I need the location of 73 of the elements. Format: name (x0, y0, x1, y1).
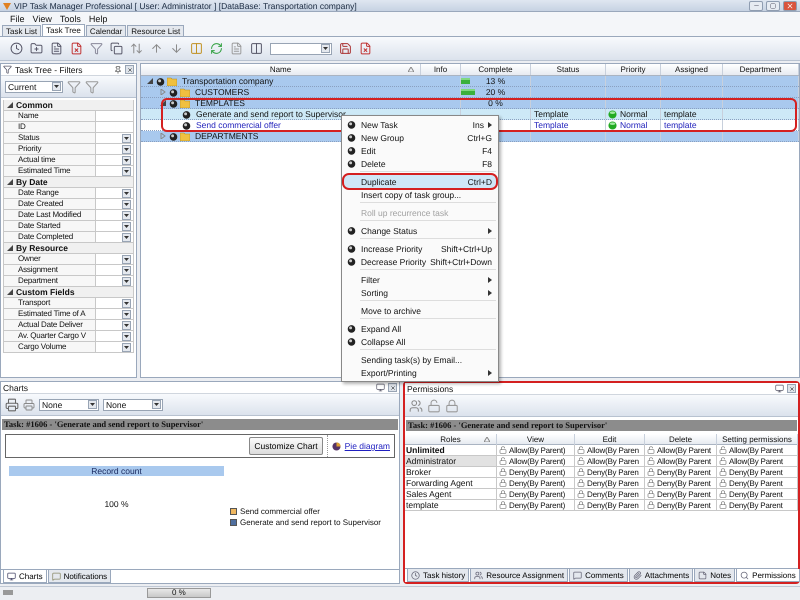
task-name: Send commercial offer (195, 120, 281, 130)
property-label: ID (4, 122, 96, 132)
property-label: Estimated Time of A (4, 309, 96, 319)
property-label: Date Created (4, 199, 96, 209)
task-name: DEPARTMENTS (194, 131, 258, 141)
progress-text: 0 % (172, 588, 186, 596)
permission-text: Deny(By Parent (657, 500, 711, 510)
category-label: By Date (16, 177, 48, 187)
task-name: CUSTOMERS (194, 87, 250, 97)
property-label: Date Last Modified (4, 210, 96, 220)
percent-text: 0 % (487, 98, 504, 108)
status-text: Template (533, 120, 568, 130)
task-name: TEMPLATES (194, 98, 245, 108)
permission-text: Deny(By Paren (587, 490, 639, 498)
permission-text: Deny(By Parent) (509, 478, 566, 488)
priority-text: Normal (619, 120, 648, 130)
permission-text: Deny(By Parent (657, 490, 711, 498)
permission-text: Allow(By Parent (729, 456, 783, 466)
percent-text: 20 % (484, 87, 506, 97)
assigned-text: template (663, 109, 697, 119)
permission-text: Deny(By Parent) (509, 500, 566, 510)
priority-text: Normal (619, 109, 648, 119)
permission-text: Deny(By Paren (587, 500, 639, 510)
permission-text: Deny(By Parent (729, 478, 783, 488)
legend-label: Generate and send report to Supervisor (240, 518, 381, 527)
property-label: Transport (4, 298, 96, 308)
property-label: Owner (4, 254, 96, 264)
property-label: Assignment (4, 265, 96, 275)
property-label: Date Range (4, 188, 96, 198)
percent-text: 13 % (484, 76, 506, 86)
permission-text: Allow(By Parent) (509, 456, 566, 466)
panel-title: Permissions (407, 384, 454, 394)
assigned-text: template (663, 120, 697, 130)
category-label: By Resource (16, 243, 68, 253)
permission-text: Deny(By Parent) (509, 490, 566, 498)
permission-text: Allow(By Parent) (509, 446, 566, 454)
property-label: Status (4, 133, 96, 143)
status-text: Template (533, 109, 568, 119)
permission-text: Deny(By Parent (729, 468, 783, 476)
window-title: VIP Task Manager Professional [ User: Administrator ] [DataBase: Transportation company] (14, 0, 358, 10)
permission-text: Deny(By Parent (729, 500, 783, 510)
chart-value: 100 % (103, 499, 130, 509)
property-label: Av. Quarter Cargo V (4, 331, 96, 341)
property-label: Actual time (4, 155, 96, 165)
property-label: Estimated Time (4, 166, 96, 176)
permission-text: Allow(By Paren (587, 446, 639, 454)
property-label: Actual Date Deliver (4, 320, 96, 330)
permission-text: Deny(By Parent) (509, 468, 566, 476)
permission-text: Deny(By Paren (587, 468, 639, 476)
property-label: Cargo Volume (4, 342, 96, 352)
permission-text: Allow(By Parent (657, 456, 711, 466)
panel-title: Charts (3, 382, 30, 392)
chart-header: Record count (9, 466, 224, 476)
category-label: Common (16, 100, 53, 110)
permission-text: Deny(By Parent (657, 468, 711, 476)
task-caption: Task: #1606 - 'Generate and send report to Supervisor' (2, 419, 398, 430)
permission-text: Deny(By Parent (657, 478, 711, 488)
property-label: Date Completed (4, 232, 96, 242)
permission-text: Allow(By Parent (657, 446, 711, 454)
property-label: Priority (4, 144, 96, 154)
property-label: Date Started (4, 221, 96, 231)
permission-text: Deny(By Parent (729, 490, 783, 498)
panel-title: Task Tree - Filters (15, 64, 84, 74)
permission-text: Allow(By Paren (587, 456, 639, 466)
task-name: Generate and send report to Supervisor (195, 109, 346, 119)
property-label: Department (4, 276, 96, 286)
property-label: Name (4, 111, 96, 121)
permission-text: Deny(By Paren (587, 478, 639, 488)
task-caption: Task: #1606 - 'Generate and send report to Supervisor' (406, 420, 797, 431)
permission-text: Allow(By Parent (729, 446, 783, 454)
category-label: Custom Fields (16, 287, 75, 297)
legend-label: Send commercial offer (240, 507, 320, 516)
task-name: Transportation company (181, 76, 274, 86)
